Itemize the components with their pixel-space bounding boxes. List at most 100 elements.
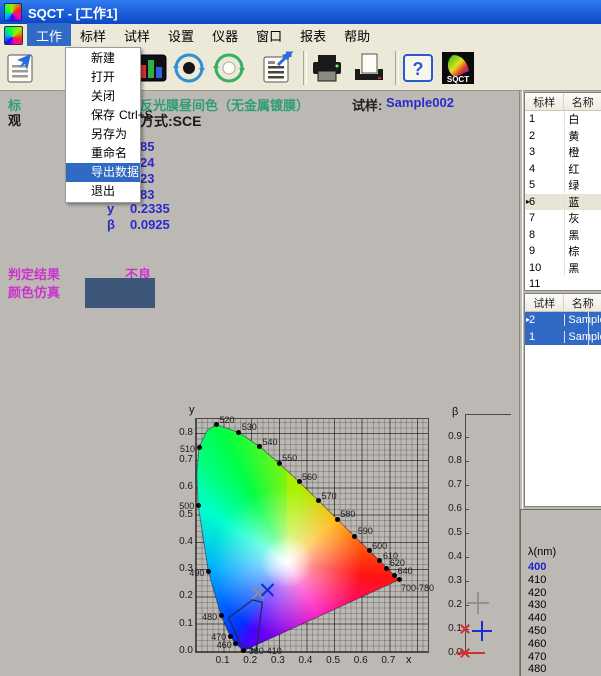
standard-name-col-header[interactable]: 名称 [564,93,601,110]
wavelength-470[interactable]: 470 [528,651,546,663]
sample-name-col-header[interactable]: 名称 [564,294,601,311]
locus-label-600: 600 [372,541,387,551]
locus-label-510: 510 [179,444,195,454]
wavelength-430[interactable]: 430 [528,599,546,611]
menu-帮助[interactable]: 帮助 [335,23,379,48]
beta-tick-0.2: 0.2 [440,599,462,610]
locus-label-530: 530 [242,422,257,432]
svg-text:SQCT: SQCT [447,75,469,84]
standard-row-4[interactable]: 4红 [525,161,601,178]
sample-col-header[interactable]: 试样 [525,294,564,311]
standard-row-9[interactable]: 9棕 [525,243,601,260]
wavelength-450[interactable]: 450 [528,625,546,637]
locus-dot-610 [377,558,382,563]
import-work-icon[interactable] [3,51,37,85]
locus-dot-480 [219,613,224,618]
locus-dot-380-410 [241,648,246,653]
wavelength-400[interactable]: 400 [528,561,546,573]
y-tick-0.7: 0.7 [171,454,193,465]
row-number: 5 [525,179,564,191]
app-logo-icon [4,3,22,21]
row-number: 6 [525,196,564,208]
x-tick-0.4: 0.4 [297,655,313,666]
locus-label-640: 640 [398,566,413,576]
wavelength-460[interactable]: 460 [528,638,546,650]
standard-row-6[interactable]: ▸6蓝 [525,194,601,211]
standard-row-5[interactable]: 5绿 [525,177,601,194]
menu-仪器[interactable]: 仪器 [203,23,247,48]
menu-工作[interactable]: 工作 [27,23,71,48]
row-number: 8 [525,229,564,241]
toolbar-separator [395,51,399,85]
sample-table-header[interactable]: 试样 名称 [525,294,601,312]
sample-label: 试样: [352,95,382,114]
locus-dot-500 [196,503,201,508]
sample-table: 试样 名称 ▸2Sample0021Sample001 [524,293,601,507]
standard-row-8[interactable]: 8黑 [525,227,601,244]
judge-result-label: 判定结果 [8,264,60,283]
locus-label-520: 520 [219,415,234,425]
print-preview-icon[interactable] [352,51,386,85]
locus-label-570: 570 [322,491,337,501]
menu-窗口[interactable]: 窗口 [247,23,291,48]
sample-row-1[interactable]: 1Sample001 [525,329,601,346]
spectrum-panel: λ(nm) 400410420430440450460470480490 [520,509,601,676]
standard-row-2[interactable]: 2黄 [525,128,601,145]
locus-dot-520 [214,422,219,427]
wavelength-440[interactable]: 440 [528,612,546,624]
measure-standard-icon[interactable] [172,51,206,85]
observe-prefix-label: 观 [8,110,21,129]
beta-tolerance-high-marker [467,592,489,614]
menu-报表[interactable]: 报表 [291,23,335,48]
standard-col-header[interactable]: 标样 [525,93,564,110]
wavelength-480[interactable]: 480 [528,663,546,675]
wavelength-410[interactable]: 410 [528,574,546,586]
dropdown-item-重命名[interactable]: 重命名 [66,144,140,163]
locus-dot-550 [277,461,282,466]
standard-row-7[interactable]: 7灰 [525,210,601,227]
beta-axis: β 0.00.10.20.30.40.50.60.70.80.9 [440,400,515,676]
dropdown-item-新建[interactable]: 新建 [66,49,140,68]
dropdown-item-退出[interactable]: 退出 [66,182,140,201]
help-icon[interactable]: ? [401,51,435,85]
dropdown-item-另存为[interactable]: 另存为 [66,125,140,144]
standard-row-11[interactable]: 11 [525,276,601,291]
title-bar[interactable]: SQCT - [工作1] [0,0,601,24]
standard-table-header[interactable]: 标样 名称 [525,93,601,111]
row-name: Sample001 [564,331,601,343]
beta-tick-mark [465,533,469,534]
sample-name-value: Sample002 [386,95,454,110]
measure-sample-icon[interactable] [212,51,246,85]
x-tick-0.2: 0.2 [242,655,258,666]
row-number: 11 [525,278,564,290]
column-divider [588,312,589,345]
y-tick-0.4: 0.4 [171,536,193,547]
y-tick-0: 0.0 [171,645,193,656]
standard-row-3[interactable]: 3橙 [525,144,601,161]
locus-dot-580 [335,517,340,522]
dropdown-item-打开[interactable]: 打开 [66,68,140,87]
menu-设置[interactable]: 设置 [159,23,203,48]
dropdown-item-关闭[interactable]: 关闭 [66,87,140,106]
menu-标样[interactable]: 标样 [71,23,115,48]
locus-dot-600 [367,548,372,553]
print-icon[interactable] [310,51,344,85]
sample-row-2[interactable]: ▸2Sample002 [525,312,601,329]
partial-value: 23 [140,171,154,186]
wavelength-420[interactable]: 420 [528,587,546,599]
standard-row-1[interactable]: 1白 [525,111,601,128]
document-logo-icon[interactable] [4,26,23,45]
row-number: 2 [525,130,564,142]
sqct-logo-icon[interactable]: SQCT [441,51,475,85]
sample-point-marker [259,581,276,598]
row-number: 9 [525,245,564,257]
dropdown-item-保存[interactable]: 保存Ctrl+S [66,106,140,125]
color-sim-label: 颜色仿真 [8,282,60,301]
dropdown-item-导出数据[interactable]: 导出数据 [66,163,140,182]
standard-row-10[interactable]: 10黑 [525,260,601,277]
standard-table: 标样 名称 1白2黄3橙4红5绿▸6蓝7灰8黑9棕10黑11 [524,92,601,291]
export-report-icon[interactable] [260,51,294,85]
beta-tick-mark [465,461,469,462]
locus-dot-470 [228,634,233,639]
menu-试样[interactable]: 试样 [115,23,159,48]
